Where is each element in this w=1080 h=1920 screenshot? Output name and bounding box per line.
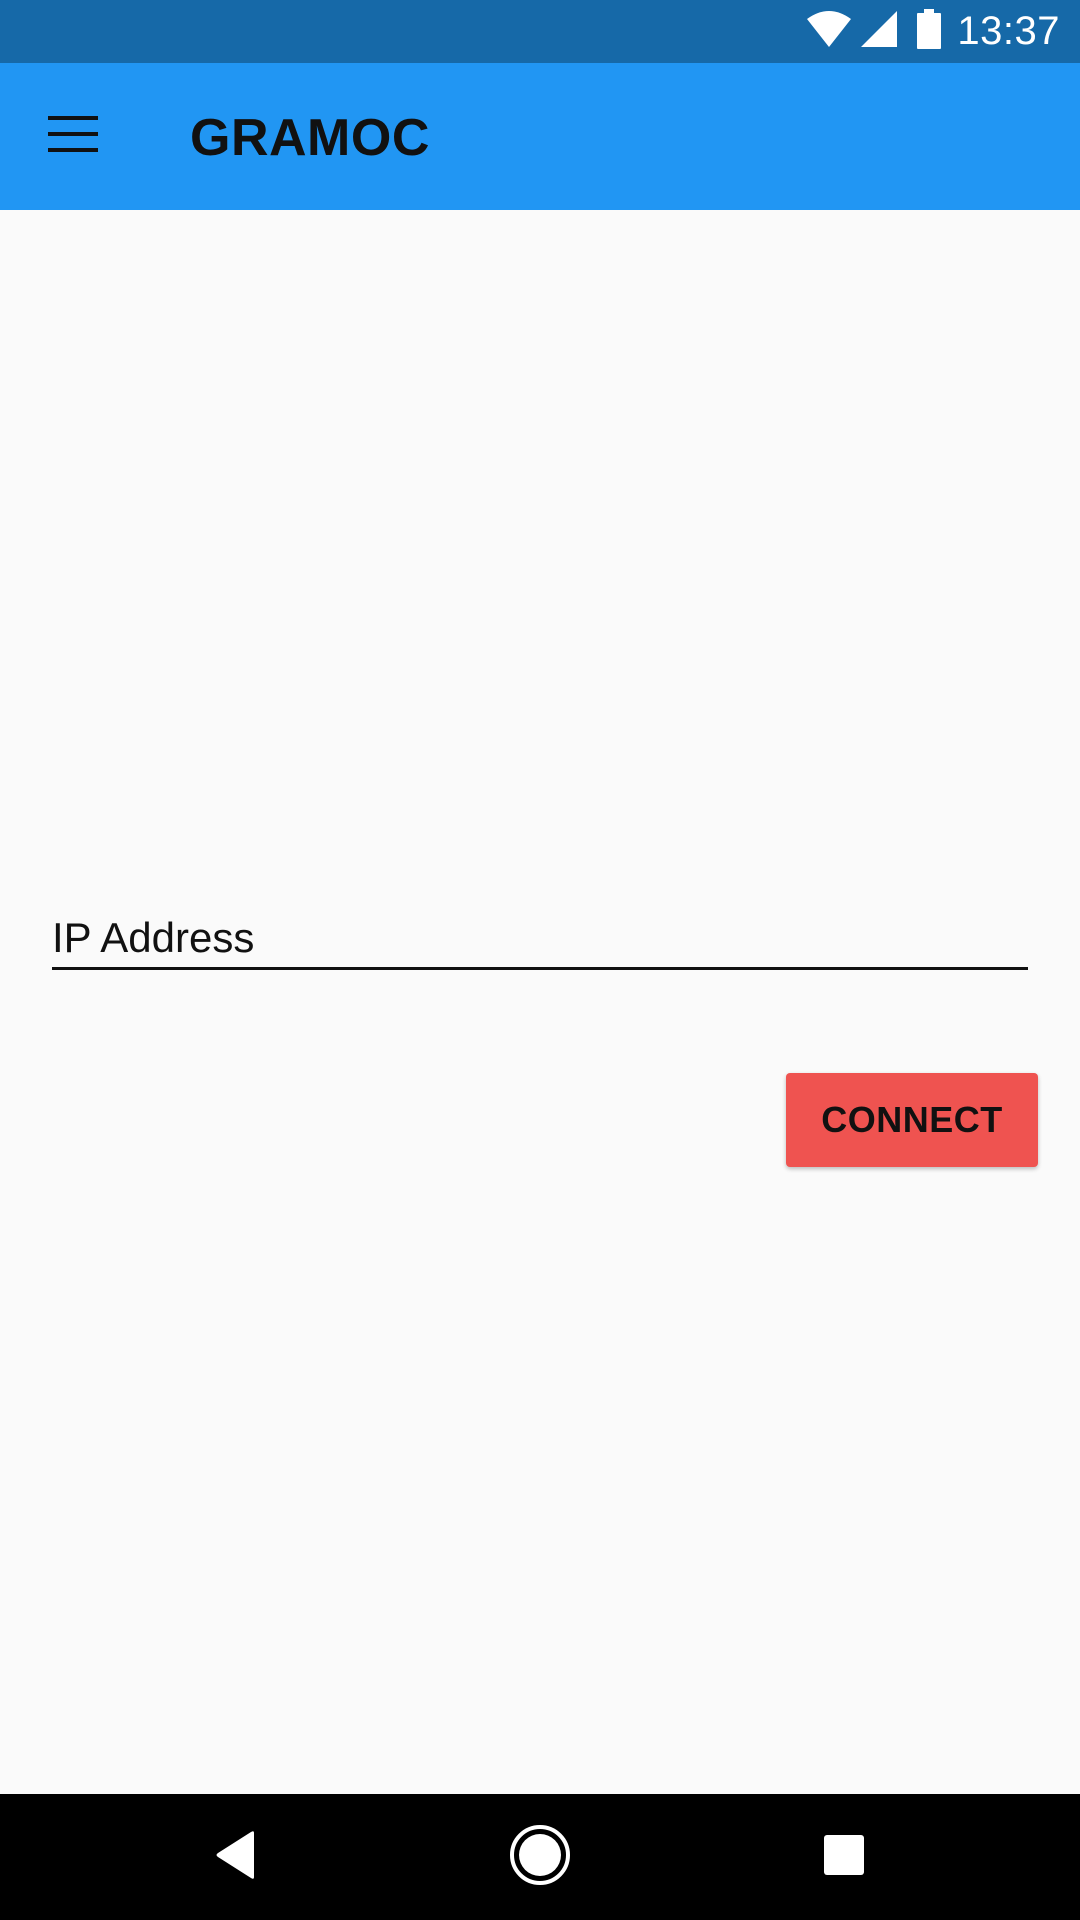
ip-address-field — [52, 910, 1028, 970]
recents-icon — [823, 1834, 865, 1881]
home-icon — [509, 1824, 571, 1891]
page-title: GRAMOC — [190, 109, 430, 167]
wifi-icon — [805, 9, 853, 54]
back-icon — [214, 1830, 258, 1885]
ip-address-input[interactable] — [52, 910, 1028, 966]
app-bar: GRAMOC — [0, 63, 1080, 210]
battery-icon — [917, 9, 942, 54]
recents-button[interactable] — [799, 1812, 889, 1902]
back-button[interactable] — [191, 1812, 281, 1902]
connect-button[interactable]: CONNECT — [786, 1073, 1038, 1167]
home-button[interactable] — [495, 1812, 585, 1902]
navigation-bar — [0, 1794, 1080, 1920]
status-bar: 13:37 — [0, 0, 1080, 63]
status-icons: 13:37 — [805, 0, 1060, 63]
status-time: 13:37 — [957, 9, 1060, 53]
hamburger-menu-icon — [48, 115, 98, 157]
menu-button[interactable] — [30, 100, 116, 172]
cell-signal-icon — [859, 9, 899, 54]
